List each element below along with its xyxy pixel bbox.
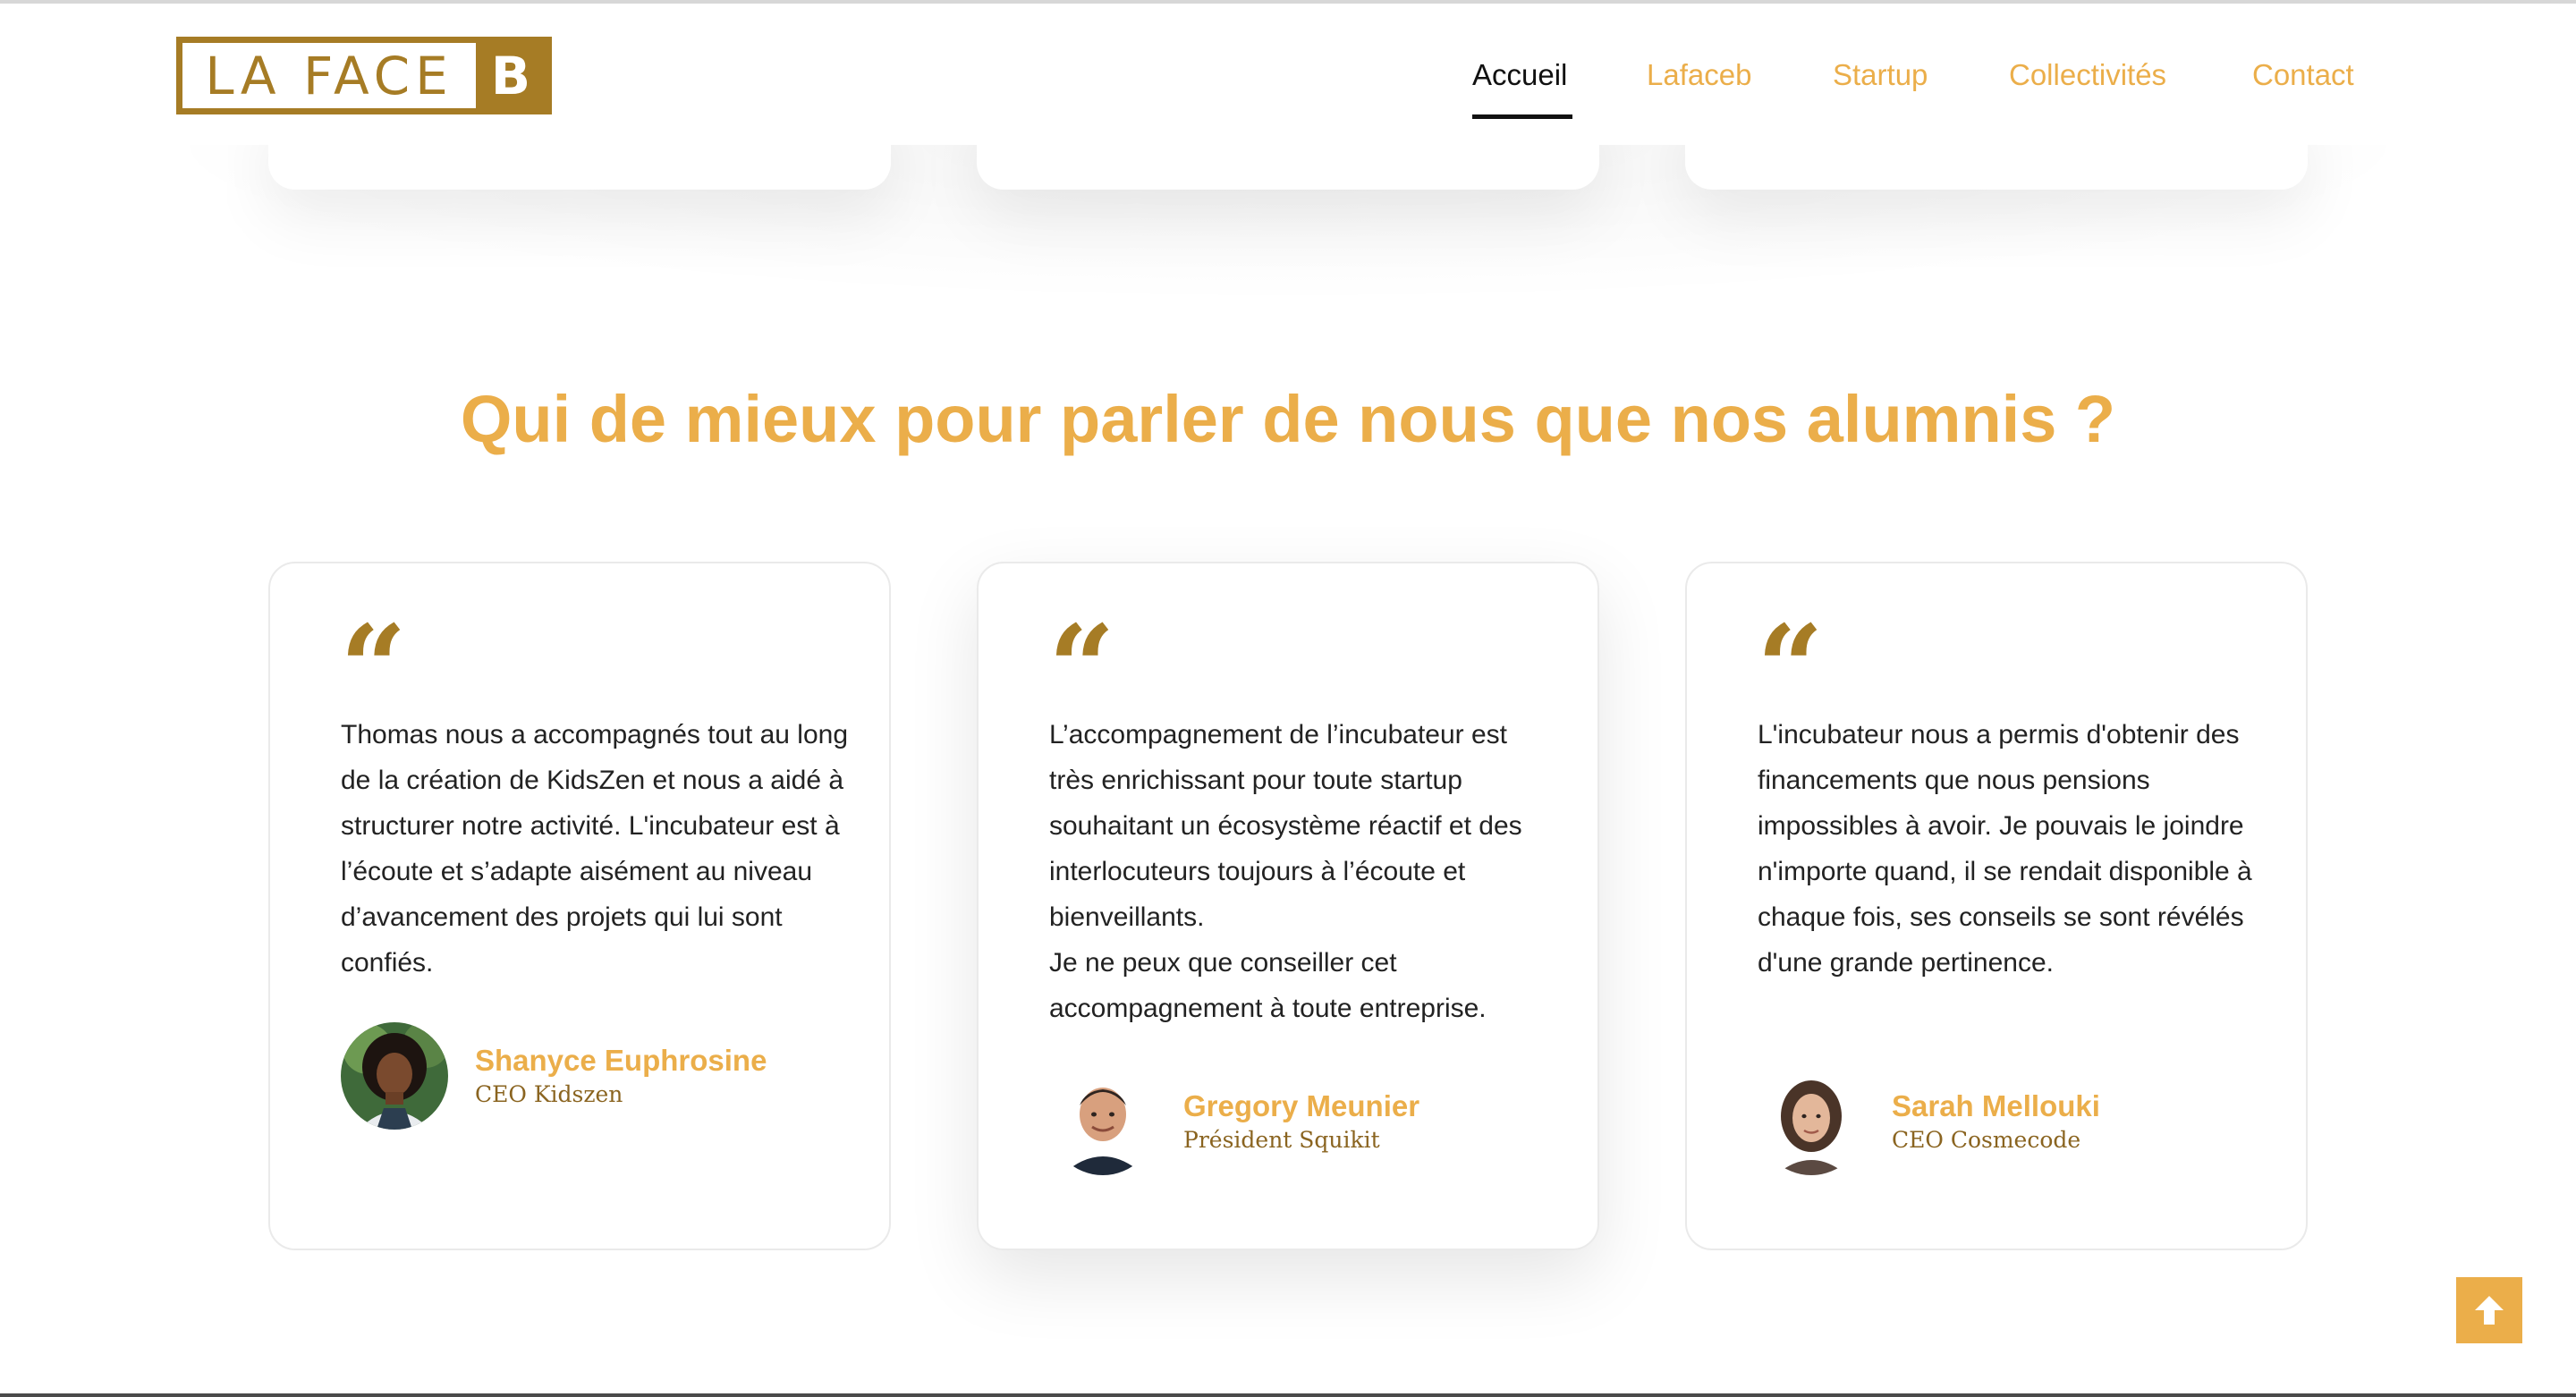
nav-item-lafaceb[interactable]: Lafaceb [1647, 57, 1751, 93]
quote-icon: “ [1757, 599, 1824, 736]
testimonial-author: Sarah Mellouki CEO Cosmecode [1758, 1068, 2100, 1175]
author-role: Président Squikit [1183, 1127, 1380, 1153]
arrow-up-icon [2475, 1296, 2504, 1325]
scroll-to-top-button[interactable] [2456, 1277, 2522, 1343]
quote-icon: “ [340, 599, 407, 736]
avatar [1049, 1068, 1157, 1175]
testimonial-card: “ L'incubateur nous a permis d'obtenir d… [1685, 562, 2308, 1250]
author-name: Sarah Mellouki [1892, 1089, 2100, 1122]
bottom-rule [0, 1393, 2576, 1397]
nav-item-accueil[interactable]: Accueil [1472, 57, 1567, 93]
author-name: Shanyce Euphrosine [475, 1044, 767, 1077]
author-role: CEO Kidszen [475, 1081, 623, 1107]
testimonial-paragraph: Je ne peux que conseiller cet accompagne… [1049, 948, 1487, 1023]
author-name: Gregory Meunier [1183, 1089, 1420, 1122]
testimonial-paragraph: L'incubateur nous a permis d'obtenir des… [1758, 720, 2252, 978]
avatar [1758, 1068, 1865, 1175]
author-role: CEO Cosmecode [1892, 1127, 2081, 1153]
testimonial-paragraph: L’accompagnement de l’incubateur est trè… [1049, 720, 1522, 932]
quote-icon: “ [1048, 599, 1115, 736]
testimonial-card: “ Thomas nous a accompagnés tout au long… [268, 562, 891, 1250]
section-title: Qui de mieux pour parler de nous que nos… [460, 382, 2116, 457]
testimonial-text: L'incubateur nous a permis d'obtenir des… [1758, 712, 2267, 986]
main-nav: Accueil Lafaceb Startup Collectivités Co… [0, 4, 2576, 145]
testimonial-text: L’accompagnement de l’incubateur est trè… [1049, 712, 1559, 1031]
testimonial-author: Shanyce Euphrosine CEO Kidszen [341, 1022, 767, 1130]
avatar [341, 1022, 448, 1130]
testimonial-paragraph: Thomas nous a accompagnés tout au long d… [341, 720, 849, 978]
site-header: LA FACE B Accueil Lafaceb Startup Collec… [0, 4, 2576, 145]
testimonial-text: Thomas nous a accompagnés tout au long d… [341, 712, 851, 986]
nav-item-contact[interactable]: Contact [2252, 57, 2354, 93]
active-nav-indicator [1472, 114, 1572, 119]
testimonial-card: “ L’accompagnement de l’incubateur est t… [977, 562, 1599, 1250]
nav-item-startup[interactable]: Startup [1833, 57, 1928, 93]
nav-item-collectivites[interactable]: Collectivités [2009, 57, 2166, 93]
testimonial-author: Gregory Meunier Président Squikit [1049, 1068, 1419, 1175]
